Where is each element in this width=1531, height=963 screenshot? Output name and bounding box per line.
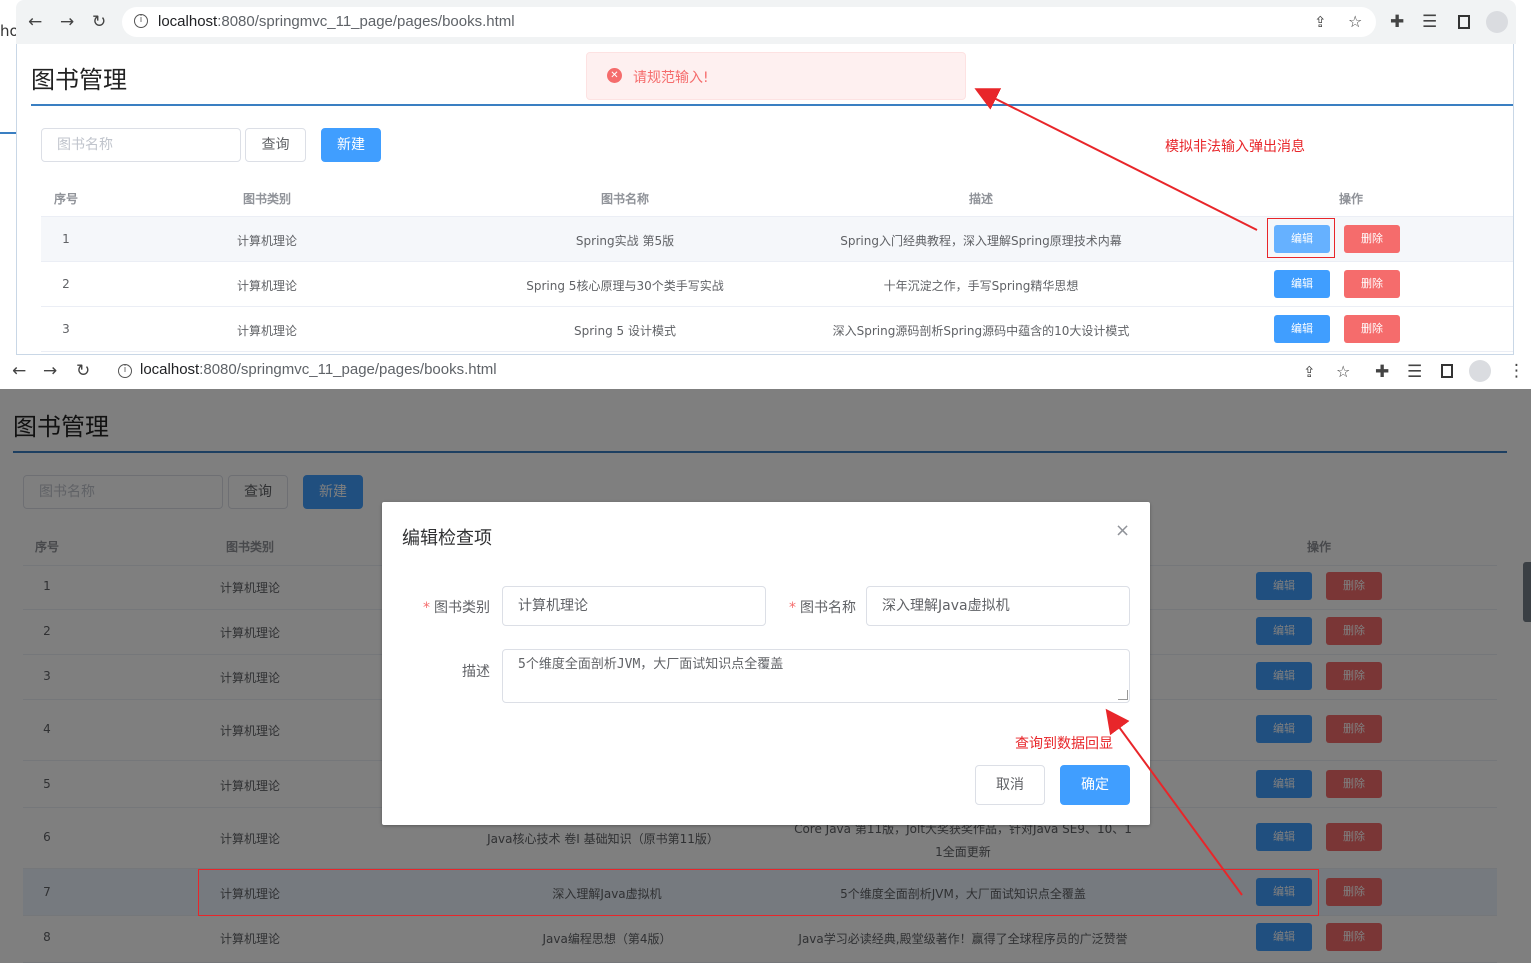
arrow-to-dialog [1105, 708, 1243, 896]
annotation-arrows [974, 88, 1258, 896]
arrow-to-message [974, 88, 1258, 231]
